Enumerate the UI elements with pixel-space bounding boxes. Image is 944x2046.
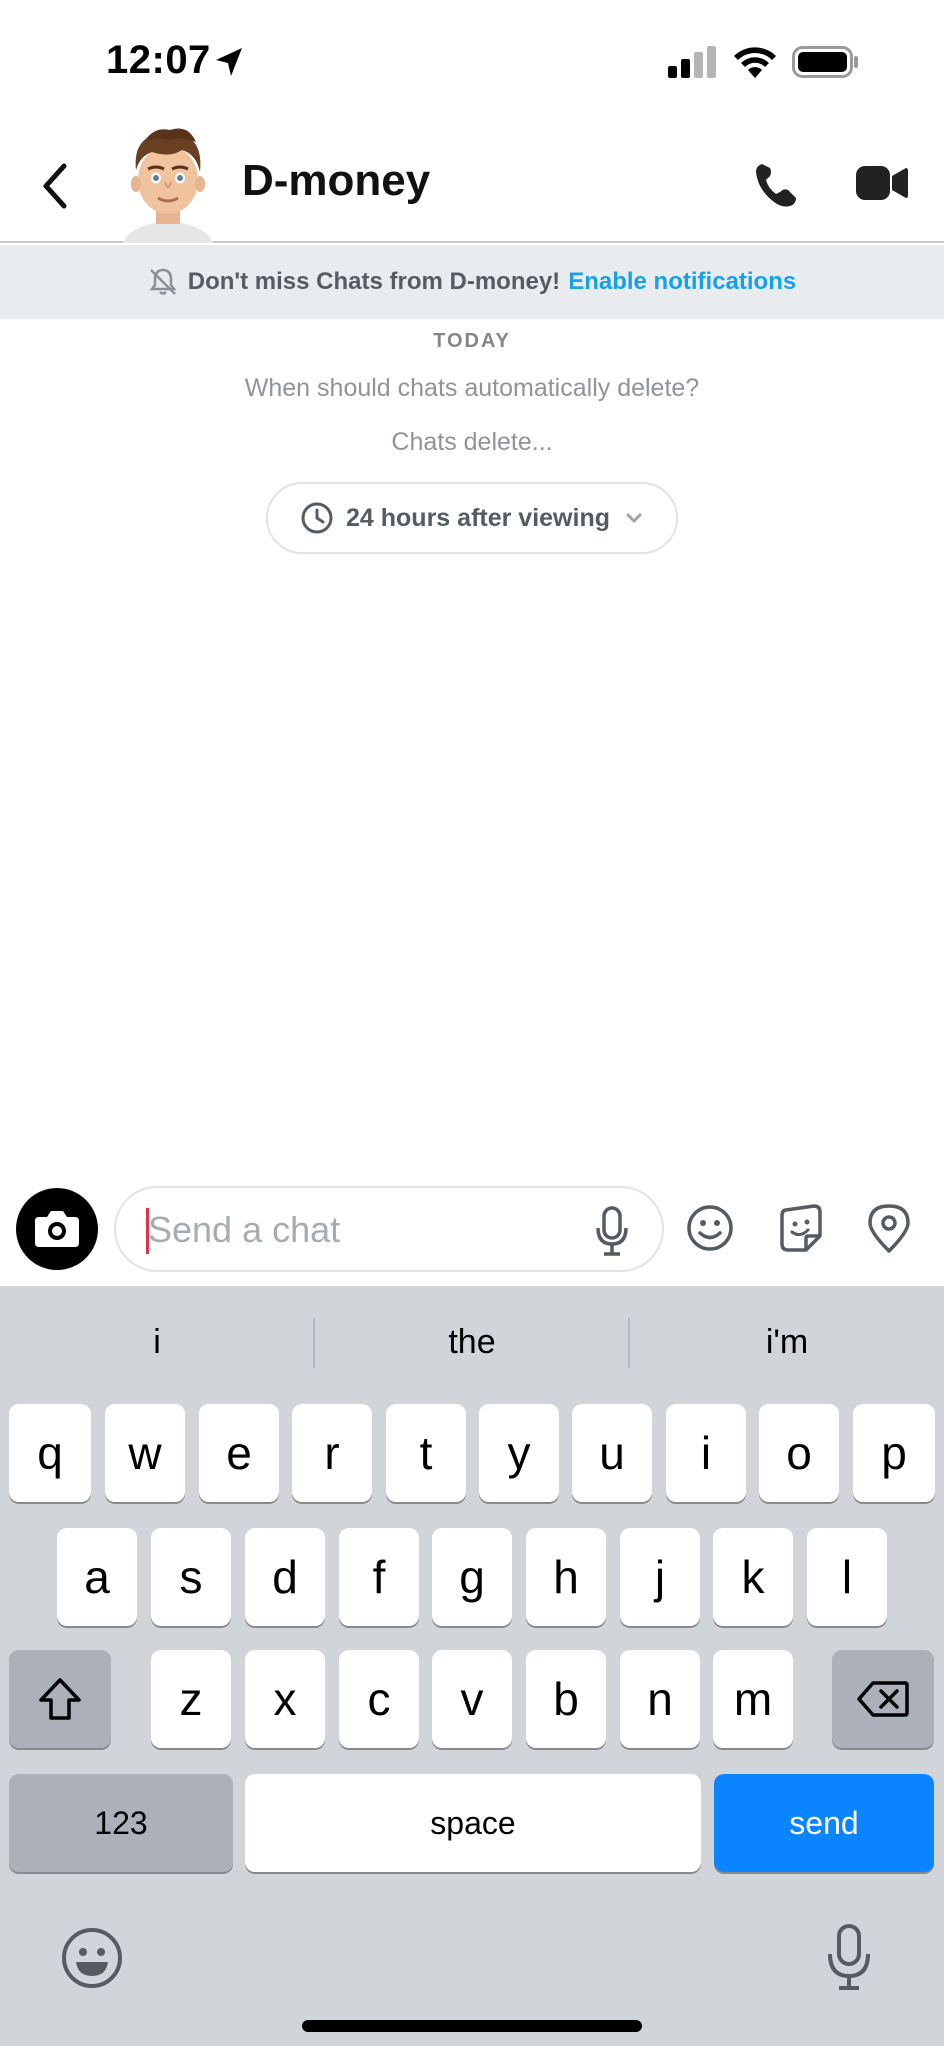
space-key[interactable]: space [245,1774,701,1872]
delete-option-dropdown[interactable]: 24 hours after viewing [266,482,678,554]
emoji-icon[interactable] [686,1202,734,1254]
key-k[interactable]: k [713,1528,793,1626]
dictation-microphone-icon[interactable] [826,1924,872,1990]
key-m[interactable]: m [713,1650,793,1748]
key-x[interactable]: x [245,1650,325,1748]
key-r[interactable]: r [292,1404,372,1502]
chevron-left-icon[interactable] [38,162,72,210]
key-e[interactable]: e [199,1404,279,1502]
battery-icon [792,46,858,78]
video-camera-icon[interactable] [856,164,908,202]
bell-muted-icon [149,268,177,295]
suggestion-bar: i the i'm [0,1286,944,1400]
key-c[interactable]: c [339,1650,419,1748]
avatar[interactable] [118,120,218,243]
key-n[interactable]: n [620,1650,700,1748]
microphone-icon[interactable] [594,1206,630,1256]
key-h[interactable]: h [526,1528,606,1626]
key-z[interactable]: z [151,1650,231,1748]
key-a[interactable]: a [57,1528,137,1626]
backspace-key[interactable] [832,1650,934,1748]
key-l[interactable]: l [807,1528,887,1626]
key-t[interactable]: t [386,1404,466,1502]
clock-icon [301,502,333,534]
key-p[interactable]: p [853,1404,935,1502]
chat-header: D-money [0,120,944,243]
camera-button[interactable] [16,1188,98,1270]
phone-icon[interactable] [752,160,800,208]
location-arrow-icon [216,48,242,76]
shift-icon [39,1678,81,1720]
key-j[interactable]: j [620,1528,700,1626]
shift-key[interactable] [9,1650,111,1748]
key-s[interactable]: s [151,1528,231,1626]
chat-input[interactable] [148,1200,588,1260]
camera-icon [35,1211,79,1247]
key-f[interactable]: f [339,1528,419,1626]
chats-delete-text: Chats delete... [391,428,553,456]
key-y[interactable]: y [479,1404,559,1502]
chat-composer [0,1170,944,1286]
backspace-icon [857,1681,909,1717]
delete-option-label: 24 hours after viewing [346,503,610,532]
key-o[interactable]: o [759,1404,839,1502]
wifi-icon [734,47,776,78]
chat-input-container[interactable] [114,1186,664,1272]
key-u[interactable]: u [572,1404,652,1502]
numbers-key[interactable]: 123 [9,1774,233,1872]
key-i[interactable]: i [666,1404,746,1502]
key-q[interactable]: q [9,1404,91,1502]
key-b[interactable]: b [526,1650,606,1748]
cellular-signal-icon [668,46,716,78]
status-bar: 12:07 [0,0,944,120]
suggestion-item[interactable]: the [315,1312,629,1372]
key-d[interactable]: d [245,1528,325,1626]
key-w[interactable]: w [105,1404,185,1502]
chevron-down-icon [626,513,642,523]
notification-message: Don't miss Chats from D-money! [187,268,561,295]
sticker-icon[interactable] [776,1202,824,1254]
home-indicator [302,2020,642,2032]
suggestion-item[interactable]: i'm [630,1312,944,1372]
auto-delete-question: When should chats automatically delete? [244,374,700,402]
key-g[interactable]: g [432,1528,512,1626]
keyboard-emoji-icon[interactable] [60,1926,124,1990]
keyboard: i the i'm q w e r t y u i o p a s d f g … [0,1286,944,2046]
key-v[interactable]: v [432,1650,512,1748]
notification-banner: Don't miss Chats from D-money! Enable no… [0,245,944,319]
suggestion-item[interactable]: i [0,1312,314,1372]
send-key[interactable]: send [714,1774,934,1872]
status-time: 12:07 [106,38,211,82]
location-pin-icon[interactable] [866,1202,912,1254]
enable-notifications-link[interactable]: Enable notifications [568,268,796,296]
chat-title[interactable]: D-money [242,156,430,206]
date-label: TODAY [433,330,511,352]
